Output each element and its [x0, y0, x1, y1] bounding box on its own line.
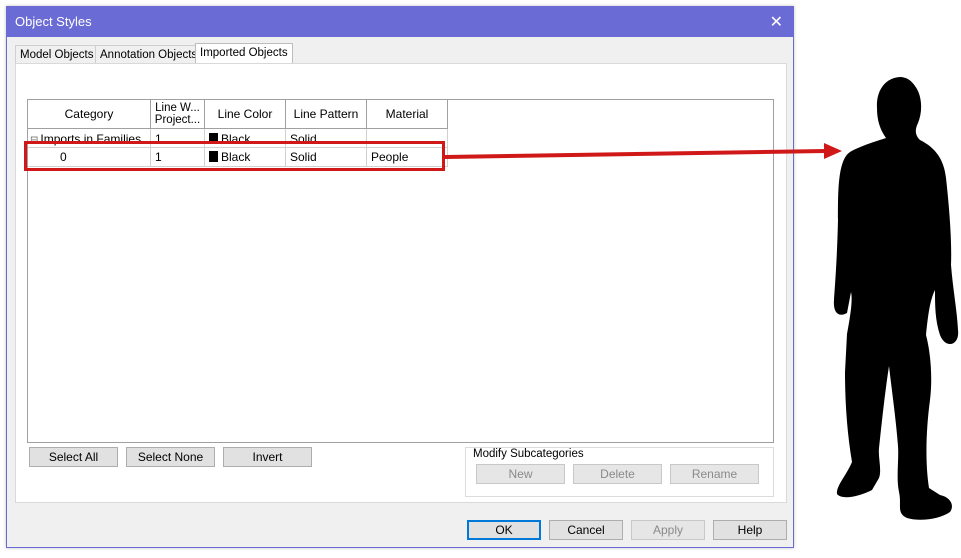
person-silhouette-icon — [833, 77, 959, 520]
arrow-icon — [444, 143, 842, 159]
annotation-overlay — [444, 77, 959, 520]
